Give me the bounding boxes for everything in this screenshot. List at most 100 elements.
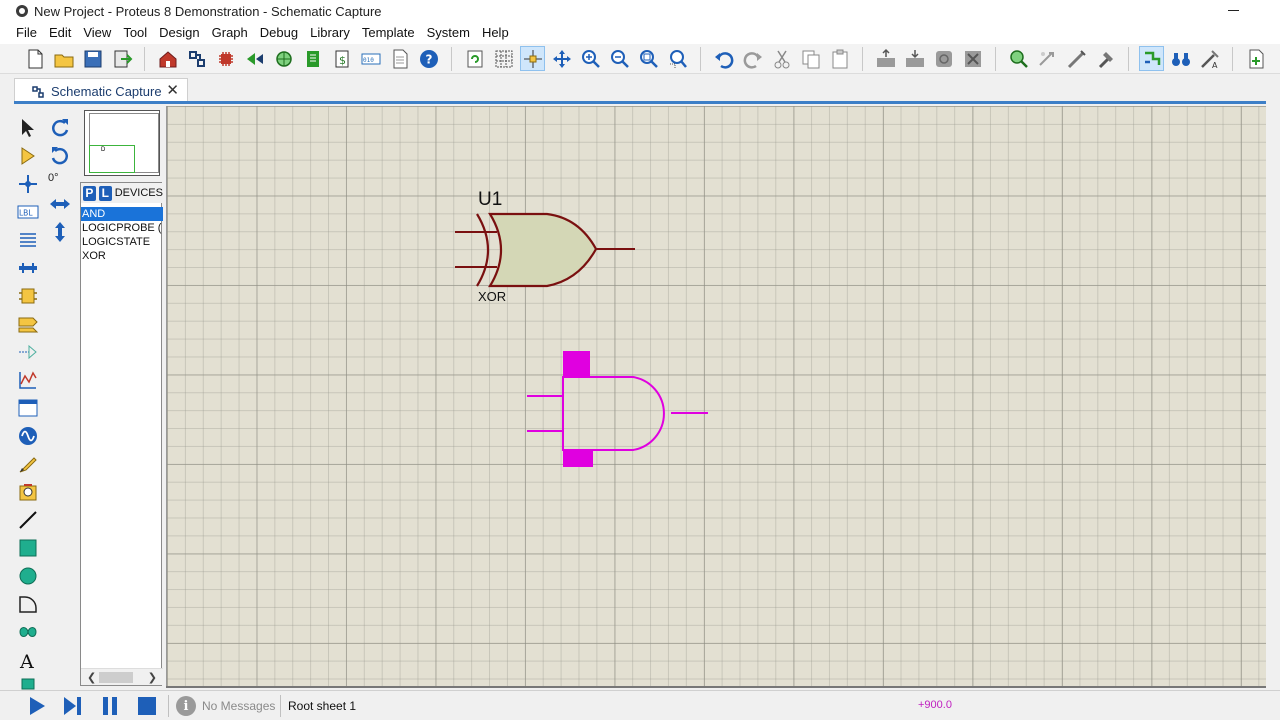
scroll-left-arrow-icon[interactable]: ❮ — [87, 671, 96, 684]
menu-graph[interactable]: Graph — [206, 22, 254, 44]
undo-button[interactable] — [711, 46, 736, 71]
property-tool-button[interactable]: A — [1197, 46, 1222, 71]
terminals-button[interactable] — [16, 312, 40, 336]
block-copy-button[interactable] — [873, 46, 898, 71]
device-item-logicprobe[interactable]: LOGICPROBE ( — [81, 221, 163, 235]
xor-gate-u1[interactable] — [455, 212, 635, 288]
bom-button[interactable] — [300, 46, 325, 71]
refresh-button[interactable] — [462, 46, 487, 71]
save-button[interactable] — [80, 46, 105, 71]
schematic-canvas[interactable]: U1 XOR — [166, 106, 1266, 688]
scroll-right-arrow-icon[interactable]: ❯ — [148, 671, 157, 684]
3d-viewer-button[interactable] — [271, 46, 296, 71]
copy-button[interactable] — [798, 46, 823, 71]
source-code-button[interactable]: 010 — [358, 46, 383, 71]
wire-autorouter-button[interactable] — [1139, 46, 1164, 71]
xor-value-label[interactable]: XOR — [478, 289, 506, 304]
overview-viewport-rect[interactable] — [89, 145, 135, 173]
menu-file[interactable]: File — [10, 22, 43, 44]
component-mode-button[interactable] — [16, 144, 40, 168]
overview-window[interactable]: D — [84, 110, 160, 176]
zoom-area-button[interactable] — [665, 46, 690, 71]
stop-button[interactable] — [134, 695, 160, 717]
home-button[interactable] — [155, 46, 180, 71]
new-file-button[interactable] — [22, 46, 47, 71]
pause-button[interactable] — [97, 695, 123, 717]
zoom-all-button[interactable] — [636, 46, 661, 71]
selection-mode-button[interactable] — [16, 116, 40, 140]
search-part-button[interactable] — [1168, 46, 1193, 71]
tab-close-button[interactable]: ✕ — [166, 83, 179, 99]
help-button[interactable]: ? — [416, 46, 441, 71]
device-item-xor[interactable]: XOR — [81, 249, 163, 263]
device-pins-button[interactable] — [16, 340, 40, 364]
zoom-out-button[interactable] — [607, 46, 632, 71]
paste-button[interactable] — [827, 46, 852, 71]
menu-tool[interactable]: Tool — [117, 22, 153, 44]
import-button[interactable] — [109, 46, 134, 71]
play-button[interactable] — [24, 695, 50, 717]
menu-help[interactable]: Help — [476, 22, 515, 44]
text-script-button[interactable] — [16, 228, 40, 252]
packaging-tool-button[interactable] — [1064, 46, 1089, 71]
line-mode-button[interactable] — [16, 508, 40, 532]
subcircuit-button[interactable] — [16, 284, 40, 308]
cost-button[interactable]: $ — [329, 46, 354, 71]
menu-edit[interactable]: Edit — [43, 22, 77, 44]
device-list-scrollbar[interactable]: ❮ ❯ — [81, 668, 163, 685]
zoom-in-button[interactable] — [578, 46, 603, 71]
gerber-button[interactable] — [242, 46, 267, 71]
rotate-clockwise-button[interactable] — [48, 116, 72, 140]
buses-button[interactable] — [16, 256, 40, 280]
box-mode-button[interactable] — [16, 536, 40, 560]
arc-mode-button[interactable] — [16, 592, 40, 616]
menu-debug[interactable]: Debug — [254, 22, 304, 44]
text-mode-button[interactable]: A — [16, 648, 40, 672]
menu-view[interactable]: View — [77, 22, 117, 44]
device-item-logicstate[interactable]: LOGICSTATE — [81, 235, 163, 249]
decompose-button[interactable] — [1093, 46, 1118, 71]
cut-button[interactable] — [769, 46, 794, 71]
grid-toggle-button[interactable] — [491, 46, 516, 71]
mirror-vertical-button[interactable] — [48, 220, 72, 244]
menu-library[interactable]: Library — [304, 22, 356, 44]
info-icon[interactable]: i — [176, 696, 196, 716]
block-delete-button[interactable] — [960, 46, 985, 71]
pcb-layout-button[interactable] — [213, 46, 238, 71]
rotate-anticlockwise-button[interactable] — [48, 144, 72, 168]
circle-mode-button[interactable] — [16, 564, 40, 588]
xor-reference-label[interactable]: U1 — [478, 189, 502, 211]
scrollbar-thumb[interactable] — [99, 672, 133, 683]
menu-template[interactable]: Template — [356, 22, 421, 44]
pan-button[interactable] — [549, 46, 574, 71]
device-item-and[interactable]: AND — [81, 207, 163, 221]
origin-button[interactable] — [520, 46, 545, 71]
paste-icon — [832, 49, 847, 68]
new-sheet-button[interactable] — [1243, 46, 1268, 71]
path-mode-button[interactable] — [16, 620, 40, 644]
pick-parts-button[interactable] — [1006, 46, 1031, 71]
schematic-button[interactable] — [184, 46, 209, 71]
open-file-button[interactable] — [51, 46, 76, 71]
minimize-button[interactable] — [1228, 4, 1240, 16]
pick-devices-button[interactable]: P — [83, 185, 96, 201]
messages-status[interactable]: No Messages — [202, 699, 275, 713]
block-rotate-button[interactable] — [931, 46, 956, 71]
active-popup-button[interactable] — [16, 396, 40, 420]
library-manager-button[interactable]: L — [98, 185, 112, 201]
step-button[interactable] — [60, 695, 86, 717]
menu-design[interactable]: Design — [153, 22, 205, 44]
and-gate-ghost[interactable] — [527, 351, 708, 467]
wire-label-button[interactable]: LBL — [16, 200, 40, 224]
redo-button[interactable] — [740, 46, 765, 71]
graph-mode-button[interactable] — [16, 368, 40, 392]
make-device-button[interactable] — [1035, 46, 1060, 71]
mirror-horizontal-button[interactable] — [48, 192, 72, 216]
block-move-button[interactable] — [902, 46, 927, 71]
probe-mode-button[interactable] — [16, 452, 40, 476]
notes-button[interactable] — [387, 46, 412, 71]
instrument-button[interactable] — [16, 480, 40, 504]
menu-system[interactable]: System — [421, 22, 476, 44]
junction-dot-button[interactable] — [16, 172, 40, 196]
generator-mode-button[interactable] — [16, 424, 40, 448]
